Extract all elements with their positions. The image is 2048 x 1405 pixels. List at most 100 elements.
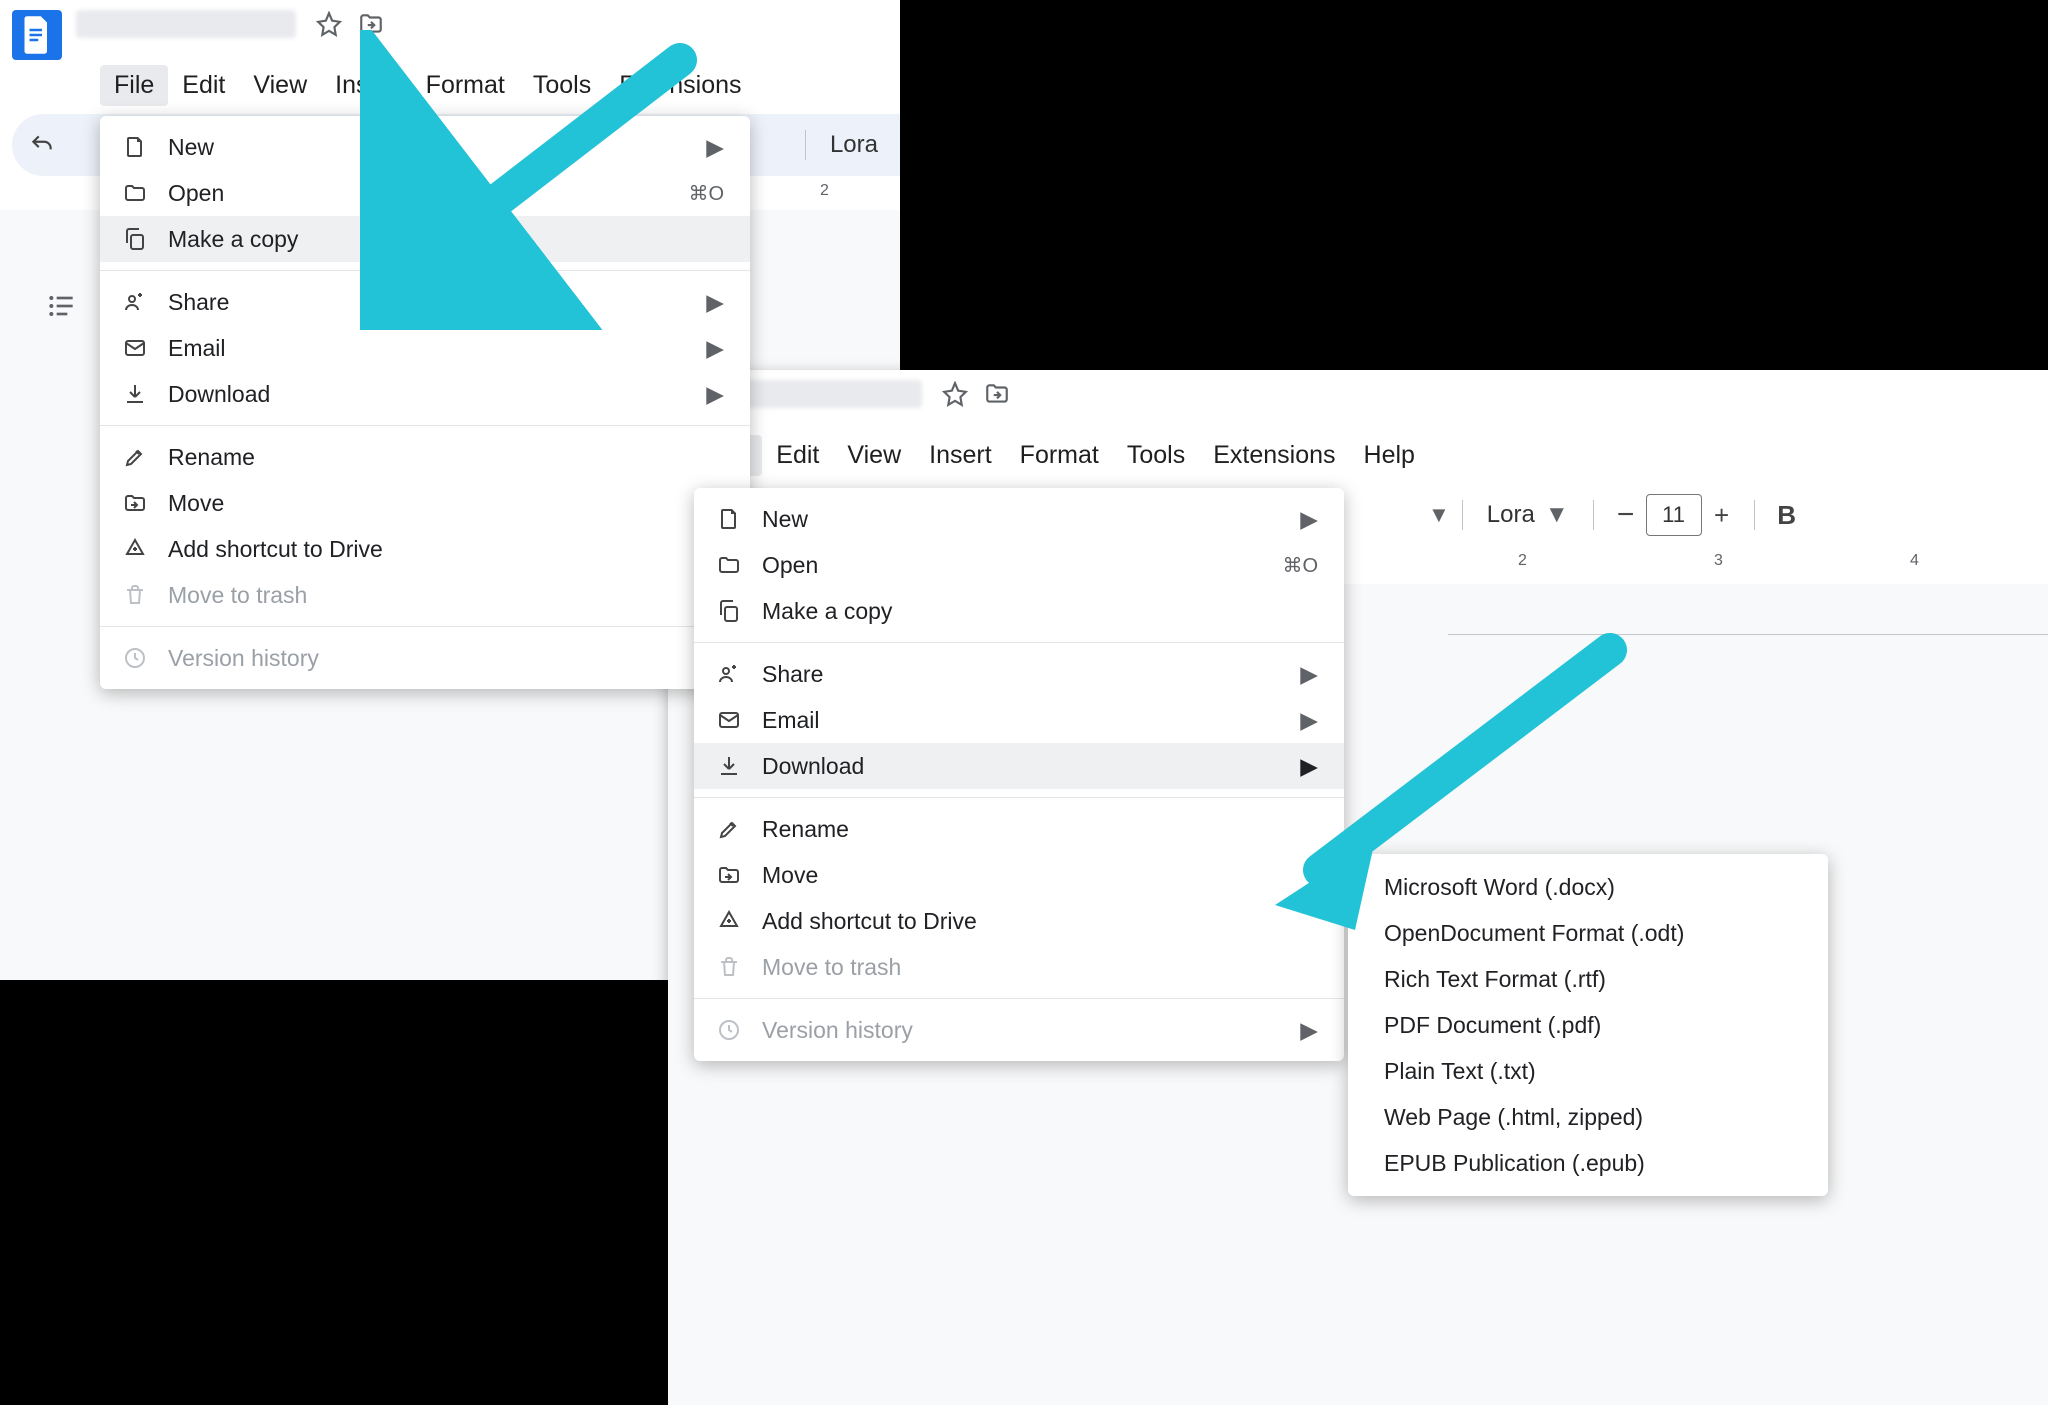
menu-edit[interactable]: Edit: [762, 435, 833, 476]
drive-shortcut-icon: [122, 536, 148, 562]
undo-button[interactable]: [22, 125, 62, 165]
download-option-label: PDF Document (.pdf): [1384, 1012, 1601, 1039]
download-option-label: Microsoft Word (.docx): [1384, 874, 1615, 901]
ruler-mark-2: 2: [1518, 552, 1527, 570]
menu-item-rename[interactable]: Rename: [100, 434, 750, 480]
menu-item-move[interactable]: Move: [694, 852, 1344, 898]
font-size-decrease[interactable]: −: [1606, 495, 1646, 535]
menu-tools[interactable]: Tools: [519, 65, 605, 106]
outline-toggle-icon[interactable]: [46, 290, 78, 322]
font-size-value: 11: [1662, 502, 1685, 528]
menu-item-label: Move to trash: [762, 954, 901, 981]
menu-item-open[interactable]: Open ⌘O: [100, 170, 750, 216]
move-folder-icon[interactable]: [358, 11, 384, 37]
menu-item-email[interactable]: Email ▶: [100, 325, 750, 371]
font-size-increase[interactable]: +: [1702, 495, 1742, 535]
move-folder-icon: [716, 862, 742, 888]
menu-item-label: Version history: [762, 1017, 913, 1044]
file-menu-popup: New ▶ Open ⌘O Make a copy Share ▶ Email: [694, 488, 1344, 1061]
font-name: Lora: [830, 131, 878, 159]
menu-item-label: Download: [762, 753, 864, 780]
menu-item-version-history[interactable]: Version history ▶: [694, 1007, 1344, 1053]
menu-extensions[interactable]: Extensions: [605, 65, 755, 106]
copy-icon: [122, 226, 148, 252]
menu-item-open[interactable]: Open ⌘O: [694, 542, 1344, 588]
menu-item-add-shortcut[interactable]: Add shortcut to Drive: [100, 526, 750, 572]
menu-item-share[interactable]: Share ▶: [694, 651, 1344, 697]
share-icon: [122, 289, 148, 315]
menu-item-label: Email: [168, 335, 226, 362]
docs-window-2: File Edit View Insert Format Tools Exten…: [668, 370, 2048, 1405]
chevron-down-icon: ▼: [1545, 501, 1569, 529]
menu-item-email[interactable]: Email ▶: [694, 697, 1344, 743]
download-option-html[interactable]: Web Page (.html, zipped): [1348, 1094, 1828, 1140]
menu-item-move[interactable]: Move: [100, 480, 750, 526]
download-option-txt[interactable]: Plain Text (.txt): [1348, 1048, 1828, 1094]
menu-item-download[interactable]: Download ▶: [694, 743, 1344, 789]
ruler-mark-3: 3: [1714, 552, 1723, 570]
font-dropdown[interactable]: Lora: [818, 125, 890, 165]
menu-format[interactable]: Format: [1006, 435, 1113, 476]
font-name: Lora: [1487, 501, 1535, 529]
docs-logo-icon: [12, 10, 62, 60]
menu-help[interactable]: Help: [1350, 435, 1429, 476]
document-title[interactable]: [76, 10, 296, 38]
menu-shortcut: ⌘O: [688, 181, 724, 206]
menu-item-new[interactable]: New ▶: [100, 124, 750, 170]
download-option-label: Plain Text (.txt): [1384, 1058, 1536, 1085]
star-icon[interactable]: [316, 11, 342, 37]
menu-item-make-a-copy[interactable]: Make a copy: [694, 588, 1344, 634]
font-dropdown[interactable]: Lora ▼: [1475, 495, 1581, 535]
menu-item-download[interactable]: Download ▶: [100, 371, 750, 417]
menu-view[interactable]: View: [833, 435, 915, 476]
move-folder-icon[interactable]: [984, 381, 1010, 407]
menu-item-new[interactable]: New ▶: [694, 496, 1344, 542]
history-icon: [716, 1017, 742, 1043]
chevron-right-icon: ▶: [1300, 707, 1318, 734]
menu-format[interactable]: Format: [412, 65, 519, 106]
menu-item-label: Email: [762, 707, 820, 734]
new-file-icon: [122, 134, 148, 160]
download-option-label: Rich Text Format (.rtf): [1384, 966, 1606, 993]
menu-item-label: Move: [168, 490, 224, 517]
chevron-right-icon: ▶: [1300, 661, 1318, 688]
menu-item-label: Make a copy: [168, 226, 298, 253]
menu-item-label: Add shortcut to Drive: [762, 908, 977, 935]
menu-view[interactable]: View: [239, 65, 321, 106]
star-icon[interactable]: [942, 381, 968, 407]
download-option-docx[interactable]: Microsoft Word (.docx): [1348, 864, 1828, 910]
ruler-mark-4: 4: [1910, 552, 1919, 570]
menu-insert[interactable]: Insert: [915, 435, 1006, 476]
menu-edit[interactable]: Edit: [168, 65, 239, 106]
download-submenu: Microsoft Word (.docx) OpenDocument Form…: [1348, 854, 1828, 1196]
download-option-odt[interactable]: OpenDocument Format (.odt): [1348, 910, 1828, 956]
font-size-input[interactable]: 11: [1646, 494, 1702, 536]
menu-item-version-history[interactable]: Version history ▶: [100, 635, 750, 681]
menu-tools[interactable]: Tools: [1113, 435, 1199, 476]
move-folder-icon: [122, 490, 148, 516]
dropdown-chevron-icon[interactable]: ▼: [1428, 502, 1450, 528]
menu-item-label: New: [762, 506, 808, 533]
menubar[interactable]: File Edit View Insert Format Tools Exten…: [0, 64, 900, 106]
header: [668, 370, 2048, 440]
chevron-right-icon: ▶: [706, 335, 724, 362]
menu-item-label: Rename: [168, 444, 255, 471]
download-option-pdf[interactable]: PDF Document (.pdf): [1348, 1002, 1828, 1048]
download-option-epub[interactable]: EPUB Publication (.epub): [1348, 1140, 1828, 1186]
menu-item-rename[interactable]: Rename: [694, 806, 1344, 852]
download-option-label: OpenDocument Format (.odt): [1384, 920, 1684, 947]
menu-item-label: Add shortcut to Drive: [168, 536, 383, 563]
download-option-label: EPUB Publication (.epub): [1384, 1150, 1645, 1177]
bold-button[interactable]: B: [1767, 495, 1807, 535]
menu-item-label: Rename: [762, 816, 849, 843]
menu-extensions[interactable]: Extensions: [1199, 435, 1349, 476]
menu-item-make-a-copy[interactable]: Make a copy: [100, 216, 750, 262]
menubar[interactable]: File Edit View Insert Format Tools Exten…: [668, 434, 2048, 476]
chevron-right-icon: ▶: [1300, 1017, 1318, 1044]
menu-item-move-to-trash: Move to trash: [694, 944, 1344, 990]
menu-insert[interactable]: Insert: [321, 65, 412, 106]
menu-item-add-shortcut[interactable]: Add shortcut to Drive: [694, 898, 1344, 944]
download-option-rtf[interactable]: Rich Text Format (.rtf): [1348, 956, 1828, 1002]
menu-file[interactable]: File: [100, 65, 168, 106]
menu-item-share[interactable]: Share ▶: [100, 279, 750, 325]
